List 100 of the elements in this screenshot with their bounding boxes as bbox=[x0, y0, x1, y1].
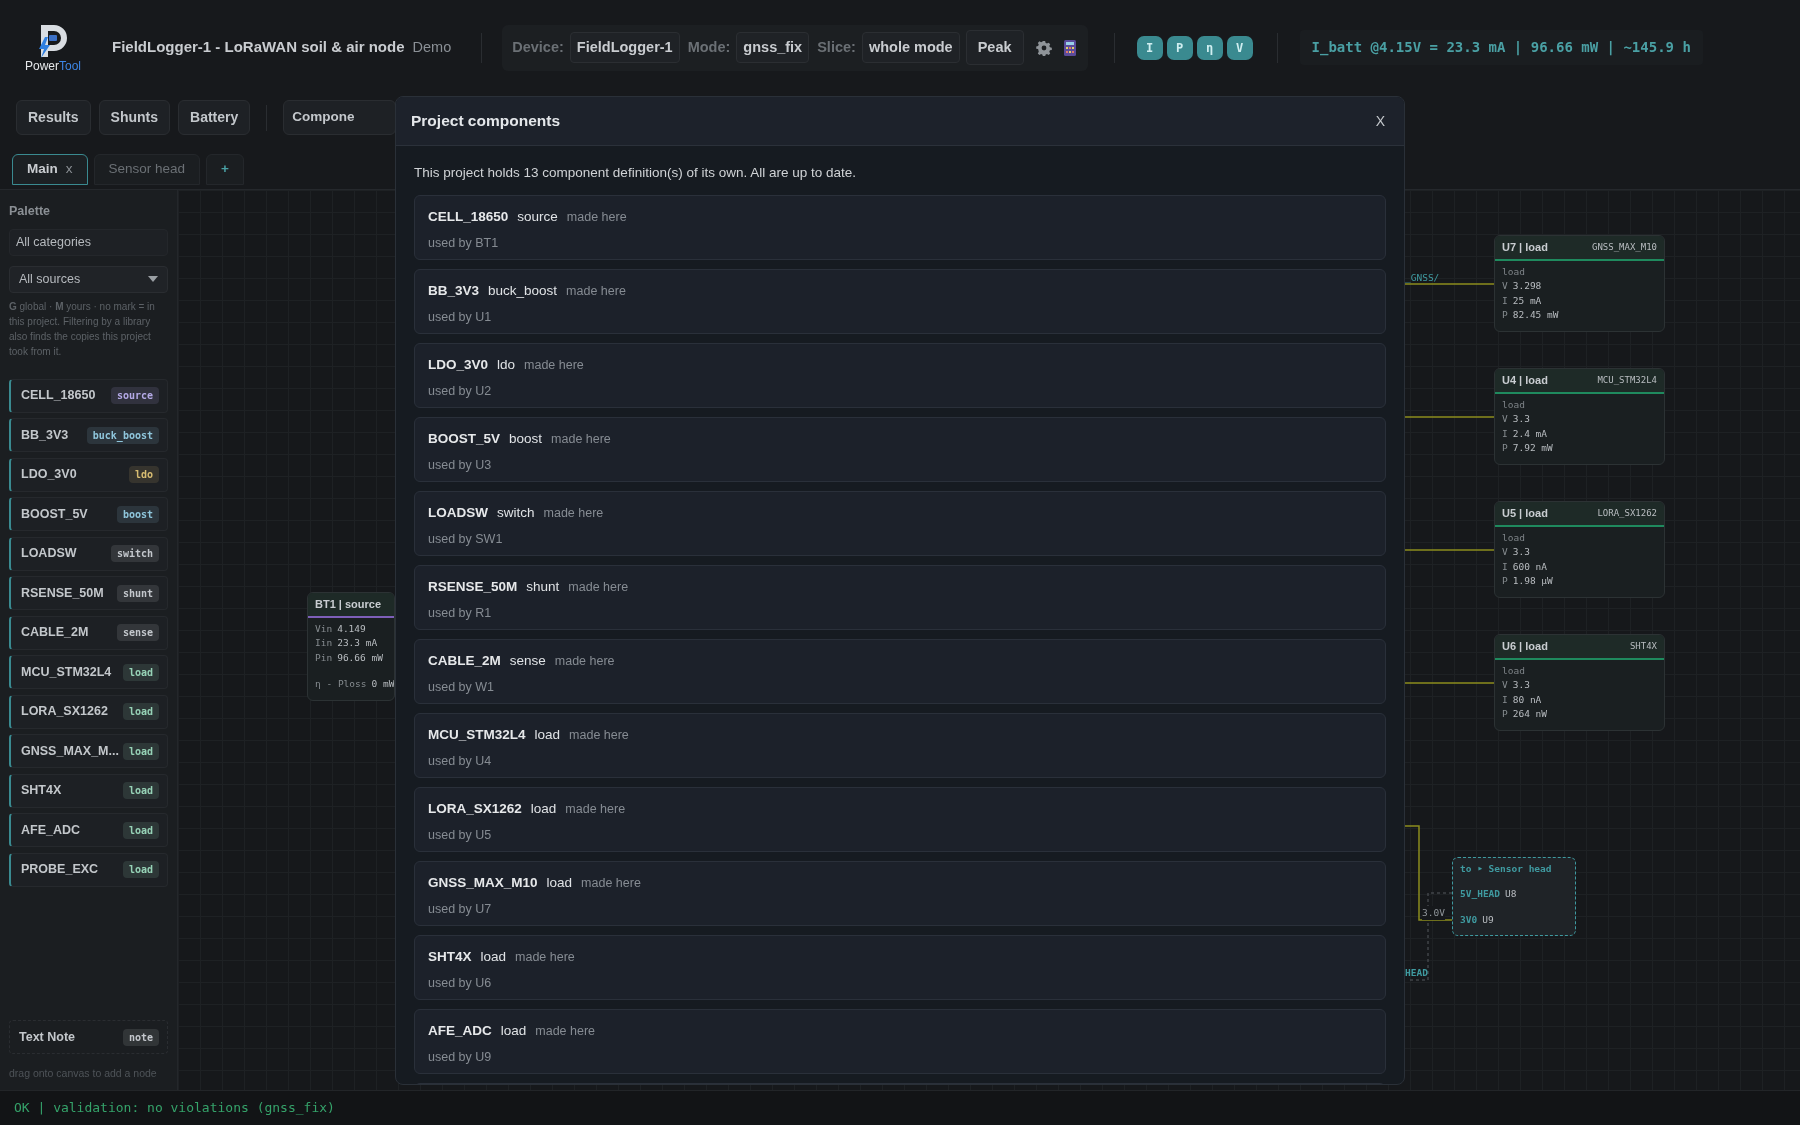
dialog-summary: This project holds 13 component definition(s) of its own. All are up to date. bbox=[414, 164, 857, 182]
component-name: GNSS_MAX_M... bbox=[21, 742, 119, 760]
palette-item[interactable]: PROBE_EXC load bbox=[9, 852, 168, 887]
node-type: load bbox=[1502, 664, 1525, 676]
category-tag: load bbox=[122, 782, 159, 800]
tab-label: + bbox=[221, 160, 229, 179]
value-chip[interactable]: FieldLogger-1 bbox=[569, 31, 680, 64]
logo-icon bbox=[36, 22, 70, 59]
node-type: load bbox=[1502, 265, 1525, 277]
quantity-value: 3.3 bbox=[1512, 545, 1530, 559]
component-name: CABLE_2M bbox=[21, 624, 89, 642]
component-kind: load bbox=[480, 948, 507, 967]
field-label: Device: bbox=[512, 37, 564, 57]
calculator-icon[interactable] bbox=[1063, 39, 1076, 56]
component-kind: load bbox=[500, 1022, 527, 1041]
palette-item[interactable]: LORA_SX1262 load bbox=[9, 694, 168, 729]
port-title: to ‣ Sensor head bbox=[1460, 862, 1553, 876]
quantity-label: I bbox=[1502, 692, 1508, 707]
usage-label: used by U7 bbox=[428, 900, 493, 918]
palette-item[interactable]: SHT4X load bbox=[9, 773, 168, 808]
palette-item[interactable]: RSENSE_50M shunt bbox=[9, 576, 168, 611]
quantity-label: V bbox=[1502, 678, 1508, 692]
nav-button[interactable]: Results bbox=[16, 100, 91, 135]
origin-label: made here bbox=[568, 579, 629, 597]
component-kind: switch bbox=[497, 504, 535, 523]
quantity-value: 264 nW bbox=[1512, 707, 1548, 721]
category-tag: buck_boost bbox=[86, 426, 159, 444]
component-name: MCU_STM32L4 bbox=[21, 663, 112, 681]
peak-button[interactable]: Peak bbox=[965, 29, 1024, 66]
circuit-node[interactable]: U6 | load SHT4X load V 3.3 I 80 nA P 264 nW bbox=[1494, 634, 1665, 731]
component-kind: load bbox=[546, 874, 573, 893]
component-kind: buck_boost bbox=[488, 282, 558, 301]
origin-label: made here bbox=[551, 431, 611, 449]
canvas-tab[interactable]: Main x bbox=[12, 154, 88, 185]
quantity-label: V bbox=[1502, 545, 1508, 559]
quantity-label: V bbox=[1502, 279, 1508, 293]
nav-button[interactable]: Battery bbox=[178, 100, 251, 135]
quantity-value: 3.3 bbox=[1512, 412, 1530, 426]
value-chip[interactable]: gnss_fix bbox=[736, 31, 810, 64]
component-name: CABLE_2M bbox=[428, 652, 501, 671]
component-name: BOOST_5V bbox=[21, 505, 88, 523]
usage-label: used by R1 bbox=[428, 604, 493, 622]
node-part: LORA_SX1262 bbox=[1597, 506, 1657, 520]
palette-item[interactable]: Text Note note bbox=[9, 1020, 168, 1055]
close-button[interactable]: X bbox=[1371, 110, 1389, 132]
nav-button[interactable]: Compone bbox=[283, 100, 396, 135]
component-name: LORA_SX1262 bbox=[21, 703, 108, 721]
quantity-label: P bbox=[1502, 308, 1508, 322]
palette-item[interactable]: AFE_ADC load bbox=[9, 813, 168, 848]
palette-item[interactable]: MCU_STM32L4 load bbox=[9, 655, 168, 690]
component-name: LOADSW bbox=[21, 545, 77, 563]
component-name: LDO_3V0 bbox=[21, 466, 77, 484]
component-kind: ldo bbox=[497, 356, 516, 375]
palette-item[interactable]: LOADSW switch bbox=[9, 536, 168, 571]
circuit-node[interactable]: U7 | load GNSS_MAX_M10 load V 3.298 I 25 mA P 82.45 mW bbox=[1494, 235, 1665, 332]
quantity-label: I bbox=[1502, 293, 1508, 308]
quantity-value: 7.92 mW bbox=[1512, 441, 1553, 455]
palette-item[interactable]: CABLE_2M sense bbox=[9, 615, 168, 650]
origin-label: made here bbox=[581, 875, 641, 893]
category-tag: load bbox=[122, 742, 159, 760]
circuit-node[interactable]: U4 | load MCU_STM32L4 load V 3.3 I 2.4 mA P 7.92 mW bbox=[1494, 368, 1665, 465]
port-node[interactable]: to ‣ Sensor head 5V_HEAD U8 3V0 U9 bbox=[1452, 857, 1576, 936]
net-name: 5V_HEAD bbox=[1460, 887, 1501, 902]
origin-label: made here bbox=[524, 357, 584, 375]
quantity-value: 0 mW bbox=[371, 677, 394, 691]
palette-item[interactable]: LDO_3V0 ldo bbox=[9, 457, 168, 492]
category-field[interactable]: All categories bbox=[9, 228, 168, 256]
usage-label: used by W1 bbox=[428, 678, 495, 696]
component-name: RSENSE_50M bbox=[428, 578, 518, 597]
canvas-tab[interactable]: + bbox=[206, 154, 244, 185]
origin-label: made here bbox=[569, 727, 629, 745]
component-name: AFE_ADC bbox=[21, 821, 81, 839]
component-name: MCU_STM32L4 bbox=[428, 726, 526, 745]
palette-item[interactable]: BOOST_5V boost bbox=[9, 497, 168, 532]
close-icon[interactable]: x bbox=[65, 159, 73, 180]
usage-label: used by BT1 bbox=[428, 234, 500, 252]
palette-item[interactable]: BB_3V3 buck_boost bbox=[9, 418, 168, 453]
field-label: Mode: bbox=[687, 37, 731, 57]
usage-label: used by U9 bbox=[428, 1048, 493, 1066]
circuit-node[interactable]: U5 | load LORA_SX1262 load V 3.3 I 600 nA P 1.98 µW bbox=[1494, 501, 1665, 598]
palette-item[interactable]: CELL_18650 source bbox=[9, 378, 168, 413]
demo-label: Demo bbox=[412, 37, 452, 57]
category-tag: load bbox=[122, 703, 159, 721]
circuit-node[interactable]: BT1 | source Vin 4.149 Iin 23.3 mA Pin 96.66 mW η - Ploss 0 mW bbox=[307, 592, 395, 701]
node-part: GNSS_MAX_M10 bbox=[1591, 240, 1657, 254]
component-name: BB_3V3 bbox=[21, 426, 69, 444]
settings-icon[interactable] bbox=[1035, 39, 1052, 56]
node-title: U4 | load bbox=[1502, 373, 1548, 388]
wire-label: 3.0V bbox=[1422, 906, 1445, 921]
usage-label: used by U4 bbox=[428, 752, 493, 770]
palette-help: G global · M yours · no mark = in this project. Filtering by a library also finds the copies this project took from it. bbox=[9, 299, 156, 359]
quantity-value: 25 mA bbox=[1512, 293, 1542, 308]
nav-button[interactable]: Shunts bbox=[98, 100, 171, 135]
palette-item[interactable]: GNSS_MAX_M... load bbox=[9, 734, 168, 769]
wire-label: HEAD bbox=[1405, 966, 1428, 980]
value-chip[interactable]: whole mode bbox=[861, 31, 960, 64]
palette-heading: Palette bbox=[9, 203, 51, 220]
usage-label: used by U5 bbox=[428, 826, 493, 844]
origin-label: made here bbox=[543, 505, 604, 523]
source-select[interactable]: All sources bbox=[9, 265, 168, 293]
